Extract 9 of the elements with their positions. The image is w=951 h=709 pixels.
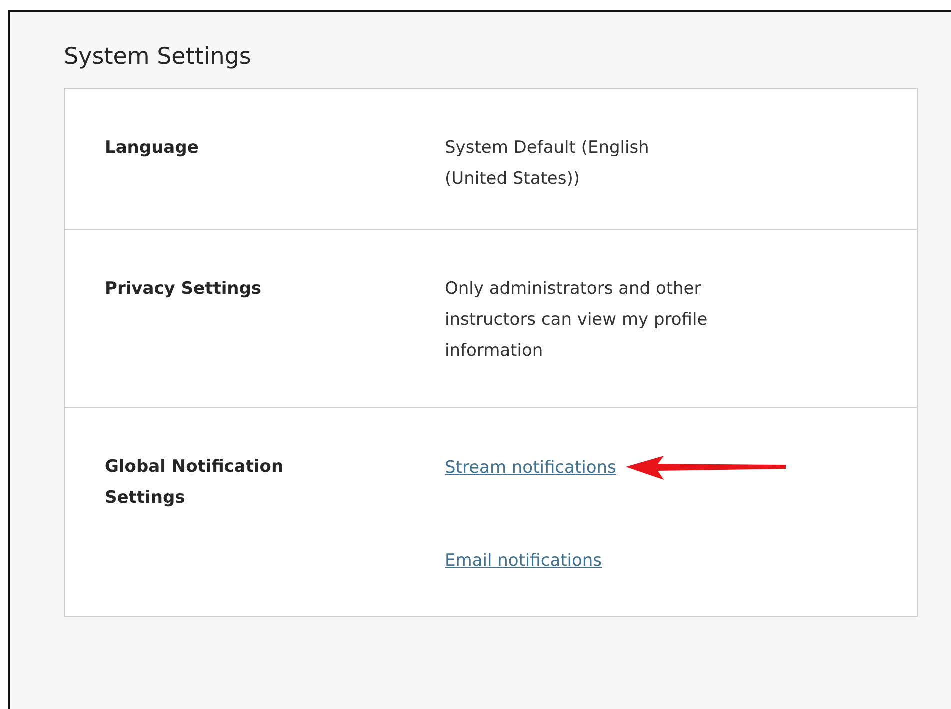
setting-value: Only administrators and other instructors can view my profile information	[445, 278, 709, 363]
notifications-link[interactable]: Email notifications	[445, 550, 602, 570]
arrow-icon	[624, 454, 788, 480]
setting-label: Privacy Settings	[104, 278, 263, 301]
setting-label: Language	[104, 137, 200, 160]
setting-label: Global Notification Settings	[104, 456, 285, 510]
setting-value: System Default (English (United States))	[445, 137, 650, 191]
notifications-link[interactable]: Stream notifications	[445, 458, 616, 478]
section-title: System Settings	[64, 44, 252, 70]
